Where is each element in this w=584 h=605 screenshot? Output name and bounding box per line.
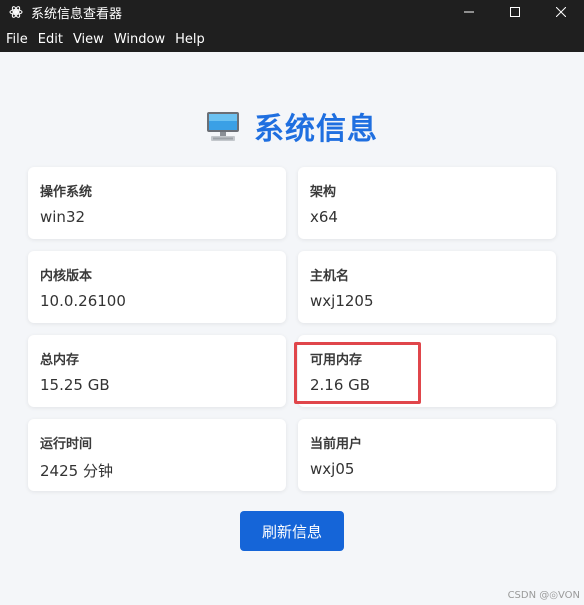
window-title: 系统信息查看器	[31, 6, 123, 22]
menu-bar: File Edit View Window Help	[0, 27, 584, 51]
info-card-os: 操作系统 win32	[28, 167, 286, 239]
card-label: 操作系统	[40, 185, 93, 200]
info-card-total-memory: 总内存 15.25 GB	[28, 335, 286, 407]
menu-file[interactable]: File	[6, 32, 28, 47]
card-value: wxj1205	[310, 292, 374, 310]
card-label: 主机名	[310, 269, 350, 284]
card-label: 内核版本	[40, 269, 93, 284]
card-label: 总内存	[40, 353, 80, 368]
annotation-highlight-box	[294, 342, 421, 404]
info-card-uptime: 运行时间 2425 分钟	[28, 419, 286, 491]
close-icon	[556, 7, 566, 17]
computer-monitor-icon	[207, 112, 239, 141]
maximize-button[interactable]	[492, 0, 538, 24]
card-value: 10.0.26100	[40, 292, 126, 310]
card-label: 运行时间	[40, 437, 93, 452]
title-bar: 系统信息查看器	[0, 0, 584, 24]
menu-help[interactable]: Help	[175, 32, 205, 47]
minimize-button[interactable]	[446, 0, 492, 24]
maximize-icon	[510, 7, 520, 17]
card-value: win32	[40, 208, 86, 226]
info-card-current-user: 当前用户 wxj05	[298, 419, 556, 491]
menu-window[interactable]: Window	[114, 32, 165, 47]
info-card-kernel: 内核版本 10.0.26100	[28, 251, 286, 323]
close-button[interactable]	[538, 0, 584, 24]
card-label: 当前用户	[310, 437, 363, 452]
card-value: 2425 分钟	[40, 462, 113, 480]
refresh-button[interactable]: 刷新信息	[240, 511, 344, 551]
card-label: 架构	[310, 185, 337, 200]
electron-app-icon	[9, 5, 23, 19]
card-value: x64	[310, 208, 338, 226]
menu-edit[interactable]: Edit	[38, 32, 63, 47]
watermark: CSDN @◎VON	[507, 590, 580, 601]
info-card-arch: 架构 x64	[298, 167, 556, 239]
info-card-hostname: 主机名 wxj1205	[298, 251, 556, 323]
window-controls	[446, 0, 584, 24]
card-value: 15.25 GB	[40, 376, 110, 394]
menu-view[interactable]: View	[73, 32, 104, 47]
minimize-icon	[464, 11, 474, 13]
card-value: wxj05	[310, 460, 355, 478]
page-title: 系统信息	[254, 112, 378, 147]
page-heading: 系统信息	[0, 104, 584, 148]
